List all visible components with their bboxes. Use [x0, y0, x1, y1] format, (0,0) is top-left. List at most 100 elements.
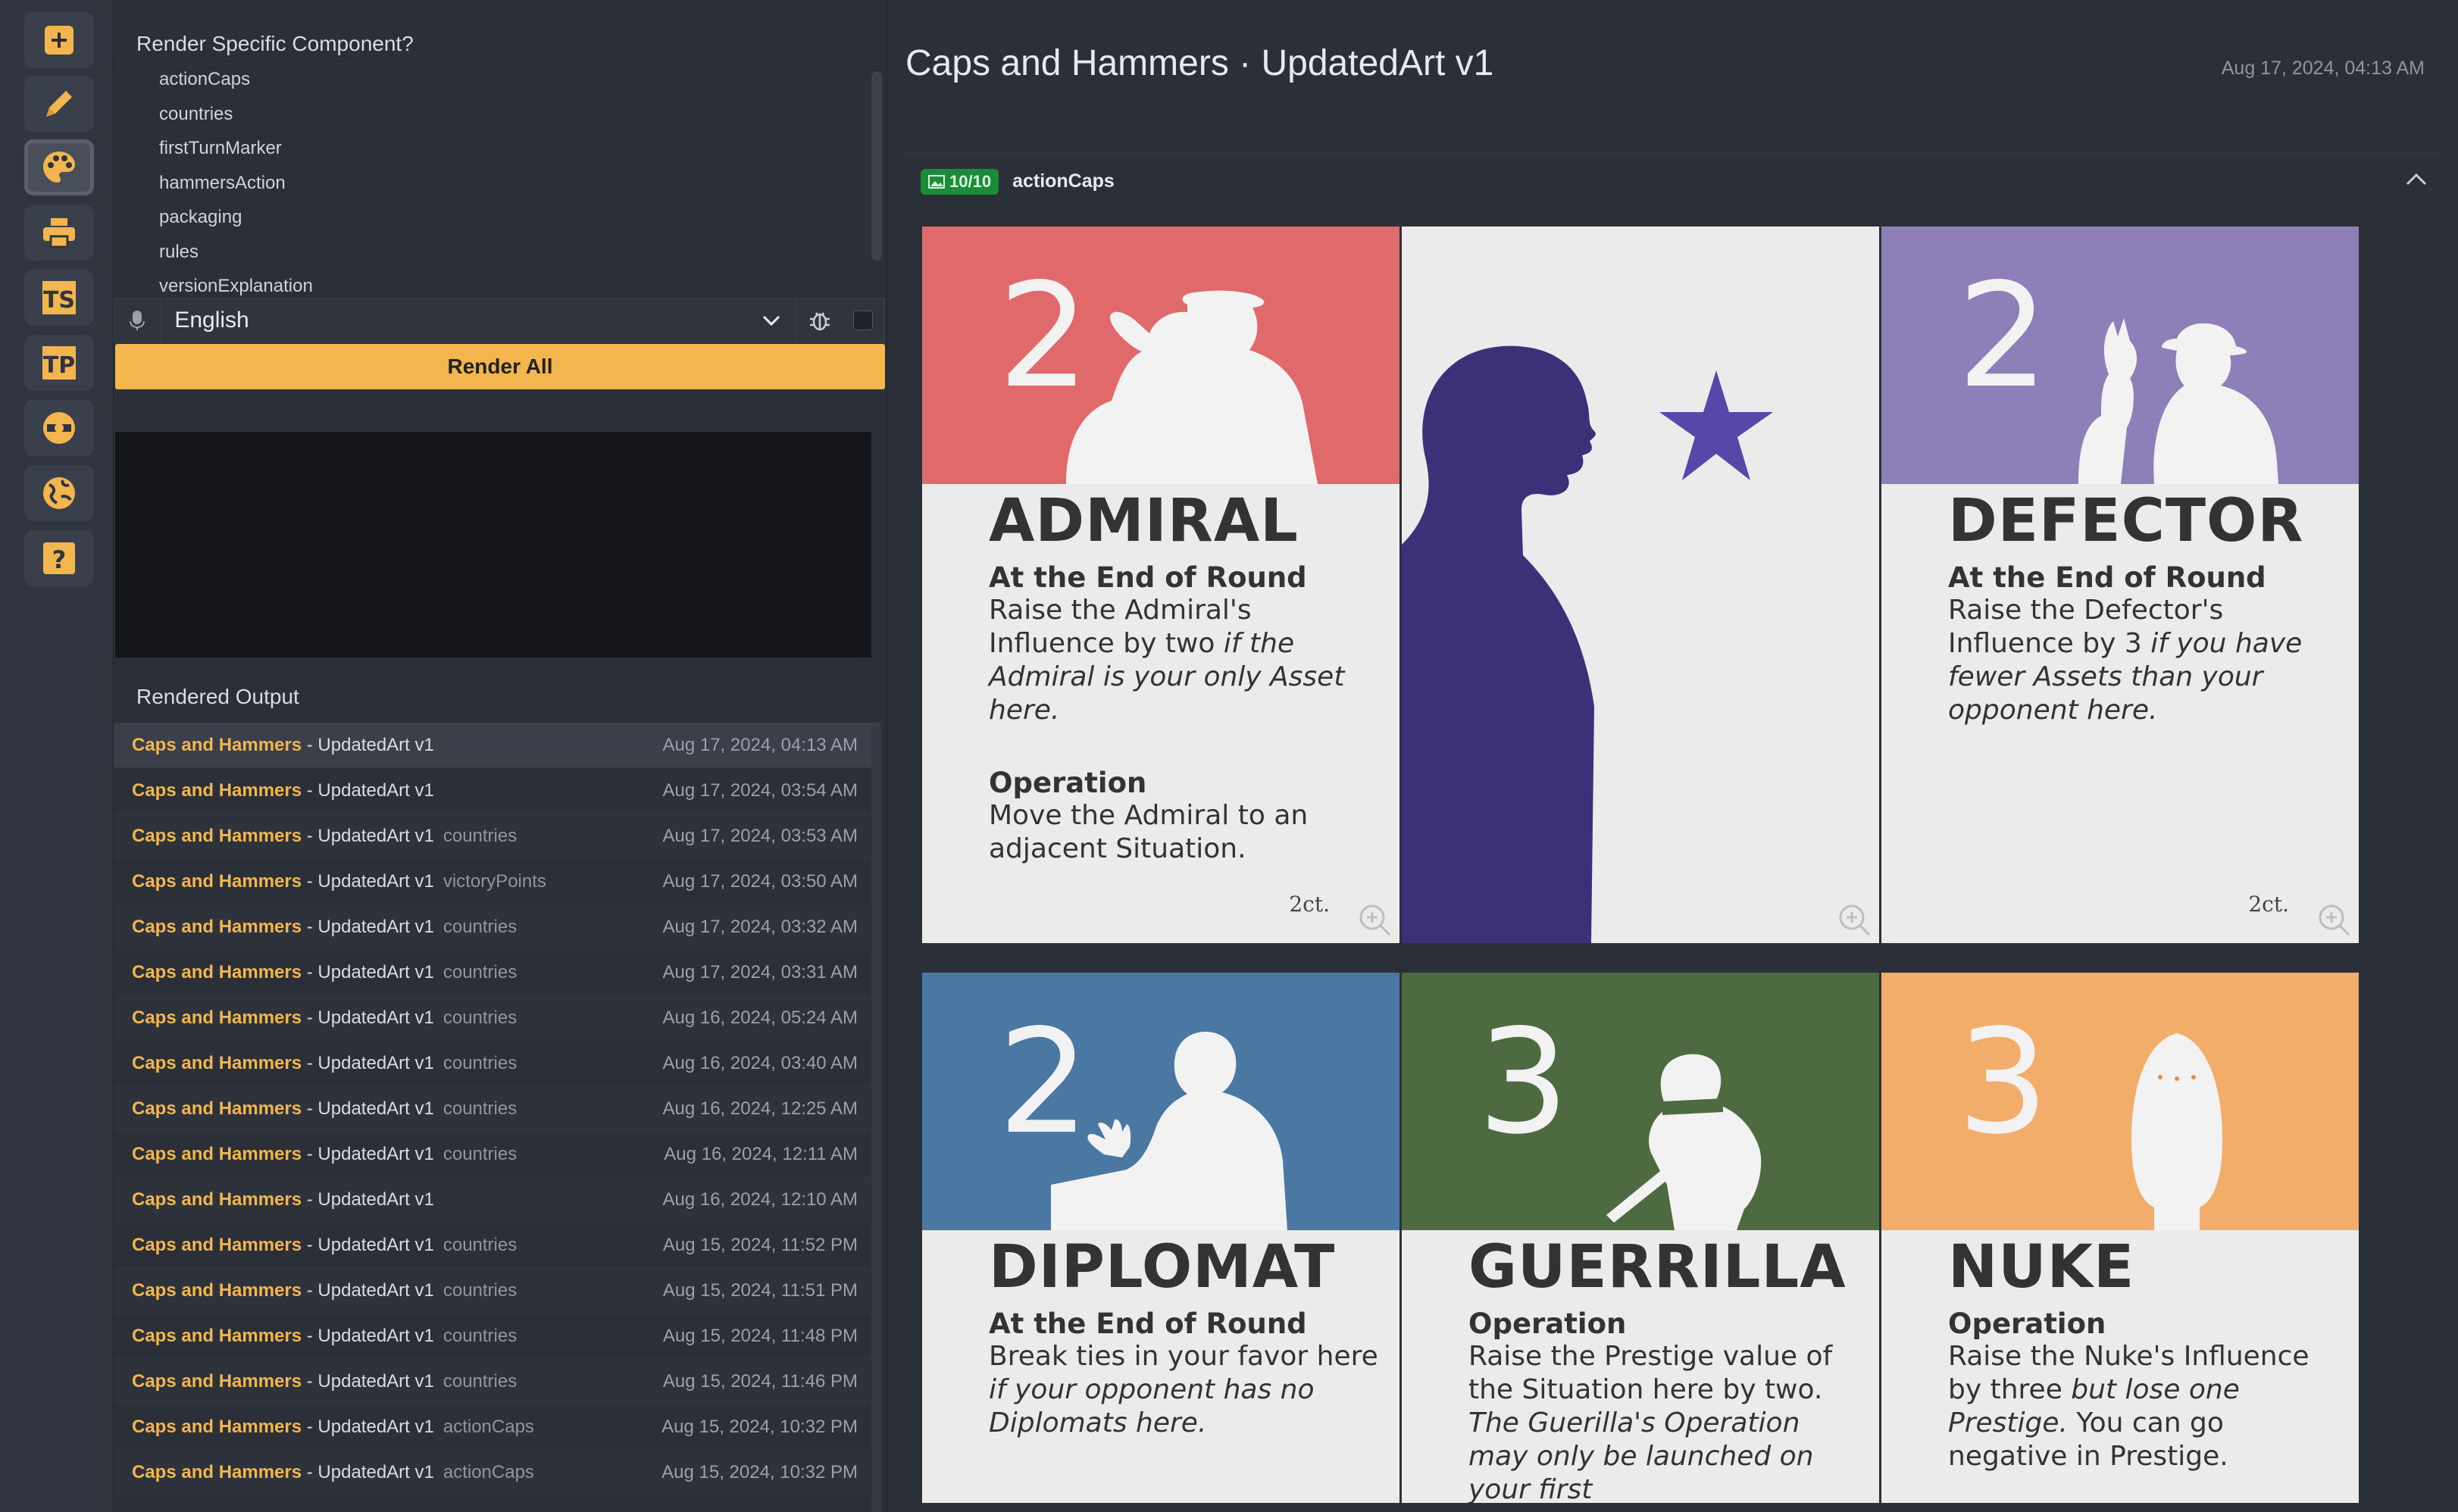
card-diplomat[interactable]: 2 DIPLOMAT At the End of Round Break ties i…: [922, 973, 1399, 1503]
palette-icon: [43, 152, 75, 183]
rail-game-crafter-button[interactable]: [24, 400, 94, 456]
debug-toggle[interactable]: [797, 299, 884, 342]
output-timestamp: Aug 17, 2024, 03:50 AM: [662, 870, 858, 892]
card-cost: 2: [998, 998, 1090, 1166]
output-version: UpdatedArt v1: [317, 1234, 434, 1255]
card-cost: 3: [1957, 998, 2049, 1166]
output-project-name: Caps and Hammers: [132, 1370, 302, 1392]
card-text-run: The Guerilla's Operation may only be lau…: [1468, 1407, 1814, 1503]
output-component: countries: [443, 1234, 518, 1255]
card-guerrilla[interactable]: 3 GUERRILLA Operation Raise the Prestige va…: [1402, 973, 1879, 1503]
output-component: countries: [443, 1370, 518, 1392]
rail-tp-button[interactable]: TP: [24, 335, 94, 391]
output-row[interactable]: Caps and Hammers - UpdatedArt v1 countrie…: [114, 1041, 880, 1086]
output-row[interactable]: Caps and Hammers - UpdatedArt v1 countrie…: [114, 995, 880, 1041]
svg-text:TS: TS: [43, 287, 75, 314]
output-row[interactable]: Caps and Hammers - UpdatedArt v1 countrie…: [114, 1132, 880, 1177]
output-row[interactable]: Caps and Hammers - UpdatedArt v1 countrie…: [114, 1086, 880, 1132]
output-row[interactable]: Caps and Hammers - UpdatedArt v1 victoryP…: [114, 859, 880, 904]
output-version: UpdatedArt v1: [317, 1052, 434, 1073]
output-row[interactable]: Caps and Hammers - UpdatedArt v1 actionCa…: [114, 1404, 880, 1450]
output-version: UpdatedArt v1: [317, 1416, 434, 1437]
output-separator: -: [302, 1052, 318, 1073]
output-component: countries: [443, 825, 518, 846]
output-version: UpdatedArt v1: [317, 1007, 434, 1028]
card-admiral[interactable]: 2 ADMIRAL At the End of Round Raise the Adm…: [922, 226, 1399, 943]
render-timestamp: Aug 17, 2024, 04:13 AM: [2221, 58, 2425, 79]
output-project-name: Caps and Hammers: [132, 1416, 302, 1437]
rail-ts-button[interactable]: TS: [24, 270, 94, 326]
language-icon: [114, 299, 161, 342]
output-row[interactable]: Caps and Hammers - UpdatedArt v1 countrie…: [114, 814, 880, 859]
output-row[interactable]: Caps and Hammers - UpdatedArt v1 countrie…: [114, 1314, 880, 1359]
svg-text:?: ?: [52, 545, 67, 574]
rail-edit-button[interactable]: [24, 76, 94, 132]
rail-add-button[interactable]: [24, 12, 94, 68]
output-component: victoryPoints: [443, 870, 546, 892]
output-separator: -: [302, 1416, 318, 1437]
component-option[interactable]: rules: [114, 237, 877, 272]
card-text-run: Move the Admiral to an adjacent Situatio…: [989, 800, 1309, 864]
output-row[interactable]: Caps and Hammers - UpdatedArt v1 Aug 16, …: [114, 1177, 880, 1223]
rail-print-button[interactable]: [24, 205, 94, 261]
ts-logo-icon: TS: [42, 281, 76, 314]
rail-globe-button[interactable]: [24, 465, 94, 521]
card-copy-count: 2ct.: [2248, 892, 2289, 917]
component-option[interactable]: actionCaps: [114, 64, 877, 99]
card-ability-heading: At the End of Round: [1948, 561, 2266, 594]
component-option[interactable]: countries: [114, 99, 877, 134]
card-cost: 2: [1957, 252, 2049, 420]
tp-logo-icon: TP: [42, 346, 76, 380]
output-row[interactable]: Caps and Hammers - UpdatedArt v1 Aug 17, …: [114, 723, 880, 768]
output-version: UpdatedArt v1: [317, 916, 434, 937]
zoom-in-icon[interactable]: [1356, 901, 1395, 940]
component-list[interactable]: actionCaps countries firstTurnMarker hammer…: [114, 64, 877, 298]
output-row[interactable]: Caps and Hammers - UpdatedArt v1 Aug 17, …: [114, 768, 880, 814]
zoom-in-icon[interactable]: [1835, 901, 1875, 940]
output-timestamp: Aug 16, 2024, 03:40 AM: [662, 1052, 858, 1073]
card-art[interactable]: [1402, 226, 1879, 943]
component-list-scrollbar[interactable]: [871, 71, 882, 261]
render-all-button[interactable]: Render All: [115, 344, 885, 389]
component-section-header[interactable]: 10/10 actionCaps: [904, 153, 2442, 209]
chevron-up-icon[interactable]: [2401, 164, 2431, 195]
output-separator: -: [302, 1143, 318, 1164]
output-row[interactable]: Caps and Hammers - UpdatedArt v1 countrie…: [114, 904, 880, 950]
component-option[interactable]: firstTurnMarker: [114, 133, 877, 168]
output-list-scrollbar[interactable]: [871, 727, 882, 1512]
output-component: countries: [443, 1052, 518, 1073]
output-timestamp: Aug 17, 2024, 03:54 AM: [662, 779, 858, 801]
language-select-value: English: [174, 308, 249, 333]
output-timestamp: Aug 17, 2024, 03:32 AM: [662, 916, 858, 937]
debug-checkbox[interactable]: [853, 311, 874, 330]
output-component: countries: [443, 1098, 518, 1119]
card-ability-heading: At the End of Round: [989, 561, 1307, 594]
rail-art-button[interactable]: [24, 139, 94, 195]
output-row[interactable]: Caps and Hammers - UpdatedArt v1 actionCa…: [114, 1450, 880, 1495]
output-row[interactable]: Caps and Hammers - UpdatedArt v1 countrie…: [114, 1268, 880, 1314]
icon-rail: TS TP ?: [0, 0, 114, 1512]
output-row[interactable]: Caps and Hammers - UpdatedArt v1 countrie…: [114, 1359, 880, 1404]
output-row[interactable]: Caps and Hammers - UpdatedArt v1 countrie…: [114, 950, 880, 995]
component-option[interactable]: packaging: [114, 202, 877, 237]
output-project-name: Caps and Hammers: [132, 1279, 302, 1301]
language-select[interactable]: English: [161, 299, 798, 342]
image-icon: [928, 174, 945, 189]
output-project-name: Caps and Hammers: [132, 1461, 302, 1482]
output-version: UpdatedArt v1: [317, 1189, 434, 1210]
app-window: TS TP ? Render Specific Component? actio…: [0, 0, 2458, 1512]
rail-help-button[interactable]: ?: [24, 530, 94, 586]
output-separator: -: [302, 1007, 318, 1028]
output-separator: -: [302, 1461, 318, 1482]
output-timestamp: Aug 15, 2024, 10:32 PM: [661, 1416, 858, 1437]
output-row[interactable]: Caps and Hammers - UpdatedArt v1 countrie…: [114, 1223, 880, 1268]
card-ability-heading: Operation: [1948, 1307, 2106, 1340]
component-option[interactable]: hammersAction: [114, 168, 877, 203]
card-nuke[interactable]: 3 NUKE Operation Raise the Nuke's Influence…: [1881, 973, 2359, 1503]
zoom-in-icon[interactable]: [2315, 901, 2354, 940]
output-separator: -: [302, 825, 318, 846]
card-defector[interactable]: 2 DEFECTOR At the End of Round Raise the De…: [1881, 226, 2359, 943]
component-option[interactable]: versionExplanation: [114, 271, 877, 298]
output-separator: -: [302, 1370, 318, 1392]
card-ability-text: Raise the Nuke's Influence by three but …: [1948, 1340, 2342, 1473]
